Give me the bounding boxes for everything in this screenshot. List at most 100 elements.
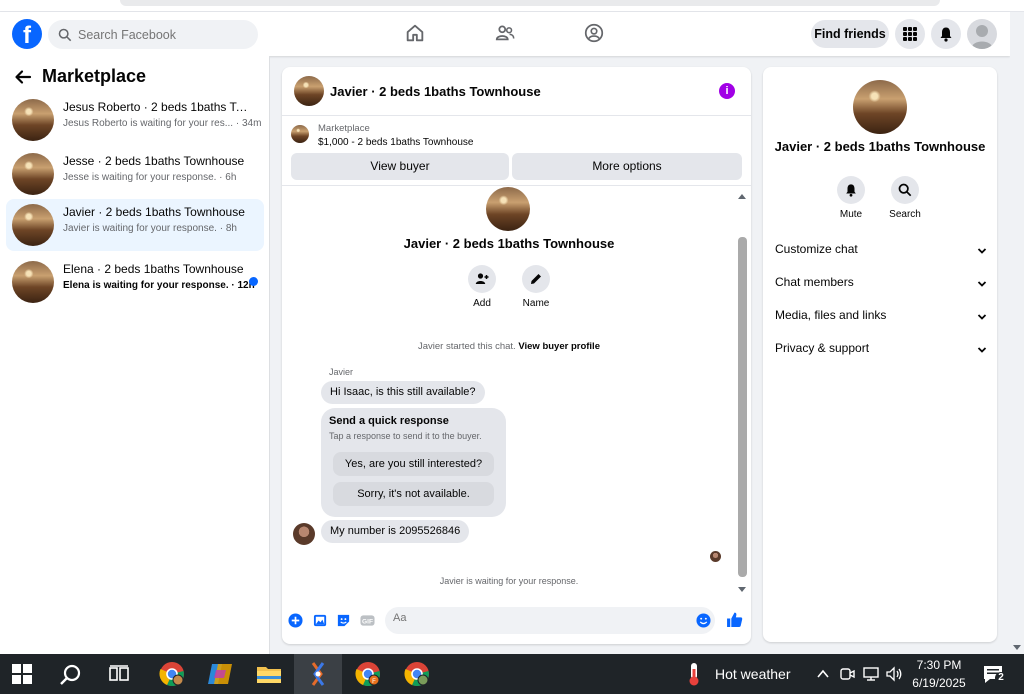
weather-widget[interactable]: Hot weather [683, 654, 790, 694]
quick-response-card: Send a quick response Tap a response to … [321, 408, 506, 517]
chat-members-section[interactable]: Chat members [775, 275, 987, 297]
notifications-button[interactable] [931, 19, 961, 49]
customize-chat-section[interactable]: Customize chat [775, 242, 987, 264]
name-action[interactable]: Name [511, 265, 561, 309]
message-input[interactable] [393, 612, 673, 624]
copilot-icon[interactable] [206, 660, 234, 688]
chat-title[interactable]: Javier · 2 beds 1baths Townhouse [330, 84, 541, 99]
browser-address-edge [120, 0, 940, 6]
quick-response-title: Send a quick response [329, 415, 449, 427]
mute-action[interactable]: Mute [826, 176, 876, 220]
chat-panel: Javier · 2 beds 1baths Townhouse i Marke… [282, 67, 751, 644]
sticker-icon[interactable] [336, 613, 351, 628]
profile-avatar[interactable] [967, 19, 997, 49]
friends-nav-button[interactable] [494, 22, 516, 49]
chrome-icon[interactable] [158, 660, 186, 688]
emoji-icon[interactable] [696, 613, 711, 628]
search-input[interactable] [78, 27, 248, 42]
search-box[interactable] [48, 20, 258, 49]
conversation-preview: Javier is waiting for your response. · 8… [63, 223, 237, 234]
chevron-down-icon [977, 314, 987, 320]
conversation-item[interactable]: Jesus Roberto · 2 beds 1baths Tow... Jes… [6, 94, 264, 146]
back-arrow-icon[interactable] [14, 68, 32, 86]
system-message: Javier started this chat. View buyer pro… [282, 341, 736, 352]
chrome-profile-icon[interactable]: F [354, 660, 382, 688]
groups-nav-button[interactable] [583, 22, 605, 49]
name-button[interactable] [522, 265, 550, 293]
incoming-message: Hi Isaac, is this still available? [321, 381, 485, 404]
listing-bar: Marketplace $1,000 - 2 beds 1baths Townh… [282, 117, 751, 186]
quick-response-subtitle: Tap a response to send it to the buyer. [329, 431, 482, 441]
chat-info-panel: Javier · 2 beds 1baths Townhouse Mute Se… [763, 67, 997, 642]
gif-icon[interactable]: GIF [360, 613, 375, 628]
chevron-up-icon[interactable] [816, 668, 830, 680]
privacy-support-section[interactable]: Privacy & support [775, 341, 987, 363]
page-title: Marketplace [42, 66, 147, 86]
thumbs-up-icon[interactable] [726, 611, 743, 628]
chat-listing-photo [486, 187, 530, 231]
volume-icon[interactable] [885, 666, 903, 682]
search-icon [58, 28, 72, 41]
file-explorer-icon[interactable] [255, 660, 283, 688]
buyer-avatar[interactable] [293, 523, 315, 545]
view-buyer-button[interactable]: View buyer [291, 153, 509, 180]
conversation-name: Elena · 2 beds 1baths Townhouse [63, 262, 244, 276]
system-clock[interactable]: 7:30 PM 6/19/2025 [906, 656, 972, 692]
page-scrollbar[interactable] [1010, 12, 1024, 654]
conversation-name: Javier · 2 beds 1baths Townhouse [63, 205, 245, 219]
message-field[interactable] [385, 607, 715, 634]
info-icon[interactable]: i [719, 83, 735, 99]
incoming-message: My number is 2095526846 [321, 520, 470, 543]
view-buyer-profile-link[interactable]: View buyer profile [518, 341, 600, 352]
add-person-button[interactable] [468, 265, 496, 293]
photo-icon[interactable] [313, 613, 328, 628]
windows-start-icon[interactable] [12, 664, 32, 684]
conversation-preview: Jesus Roberto is waiting for your res...… [63, 118, 262, 129]
home-nav-button[interactable] [404, 22, 426, 49]
task-view-icon[interactable] [109, 665, 129, 683]
chrome-profile-icon[interactable] [403, 660, 431, 688]
chat-header: Javier · 2 beds 1baths Townhouse i [282, 67, 751, 116]
facebook-logo[interactable]: f [12, 19, 42, 49]
browser-tab-strip [0, 0, 1024, 12]
scroll-down-arrow-icon[interactable] [1013, 645, 1021, 650]
quick-response-option[interactable]: Sorry, it's not available. [333, 482, 494, 506]
search-action[interactable]: Search [880, 176, 930, 220]
media-files-links-section[interactable]: Media, files and links [775, 308, 987, 330]
search-icon[interactable] [59, 663, 83, 687]
section-label: Chat members [775, 275, 854, 289]
conversation-item[interactable]: Jesse · 2 beds 1baths Townhouse Jesse is… [6, 148, 264, 200]
quick-response-option[interactable]: Yes, are you still interested? [333, 452, 494, 476]
scroll-down-arrow-icon[interactable] [738, 587, 746, 592]
unread-dot [249, 277, 258, 286]
menu-button[interactable] [895, 19, 925, 49]
chat-intro-title: Javier · 2 beds 1baths Townhouse [403, 236, 615, 251]
conversation-item[interactable]: Elena · 2 beds 1baths Townhouse Elena is… [6, 256, 264, 308]
listing-thumbnail [12, 99, 54, 141]
conversation-item-active[interactable]: Javier · 2 beds 1baths Townhouse Javier … [6, 199, 264, 251]
conversation-name: Jesse · 2 beds 1baths Townhouse [63, 154, 245, 168]
search-in-chat-button[interactable] [891, 176, 919, 204]
notification-center-button[interactable]: 2 [982, 664, 1007, 684]
snipping-tool-icon[interactable] [304, 660, 332, 688]
default-avatar-icon [971, 25, 993, 49]
svg-text:GIF: GIF [362, 618, 373, 625]
add-action[interactable]: Add [457, 265, 507, 309]
chevron-down-icon [977, 248, 987, 254]
listing-thumbnail[interactable] [294, 76, 324, 106]
meet-now-icon[interactable] [839, 666, 855, 682]
scroll-up-arrow-icon[interactable] [738, 194, 746, 199]
section-label: Media, files and links [775, 308, 887, 322]
more-options-button[interactable]: More options [512, 153, 742, 180]
mute-button[interactable] [837, 176, 865, 204]
chat-scrollbar[interactable] [737, 192, 747, 592]
weather-text: Hot weather [715, 666, 791, 682]
plus-circle-icon[interactable] [288, 613, 303, 628]
listing-photo[interactable] [853, 80, 907, 134]
find-friends-button[interactable]: Find friends [811, 20, 889, 48]
notification-count-badge: 2 [995, 672, 1007, 684]
scrollbar-thumb[interactable] [738, 237, 747, 577]
network-icon[interactable] [862, 666, 880, 682]
listing-price[interactable]: $1,000 - 2 beds 1baths Townhouse [318, 137, 474, 148]
listing-thumbnail [12, 204, 54, 246]
